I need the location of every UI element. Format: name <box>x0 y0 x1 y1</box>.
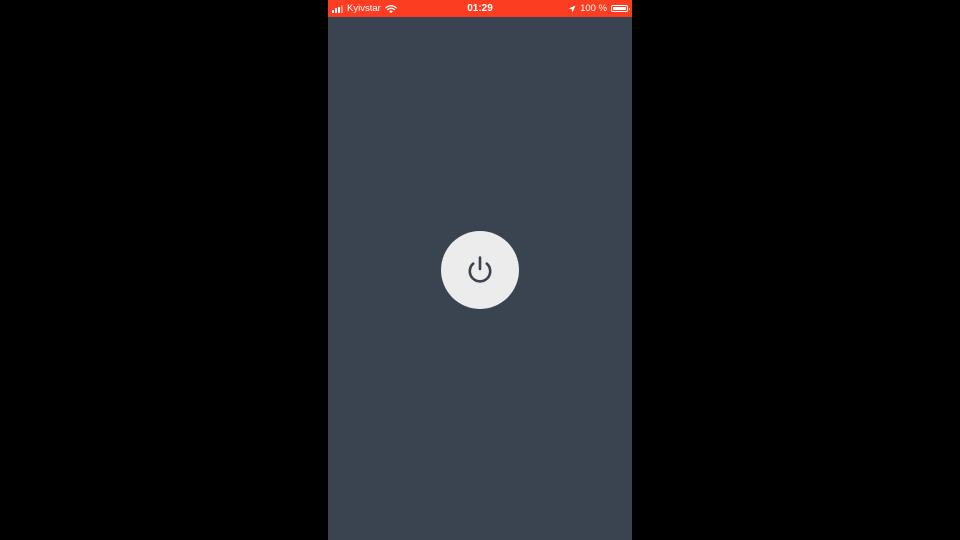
power-icon <box>468 256 492 283</box>
battery-icon <box>611 5 630 12</box>
status-bar-right: 100 % <box>568 0 630 17</box>
power-button[interactable] <box>441 231 519 309</box>
letterbox-background: Kyivstar 01:29 100 % <box>0 0 960 540</box>
location-icon <box>568 5 576 12</box>
phone-screen: Kyivstar 01:29 100 % <box>328 0 632 540</box>
battery-fill <box>613 7 626 10</box>
status-bar: Kyivstar 01:29 100 % <box>328 0 632 17</box>
battery-percentage: 100 % <box>580 3 607 14</box>
